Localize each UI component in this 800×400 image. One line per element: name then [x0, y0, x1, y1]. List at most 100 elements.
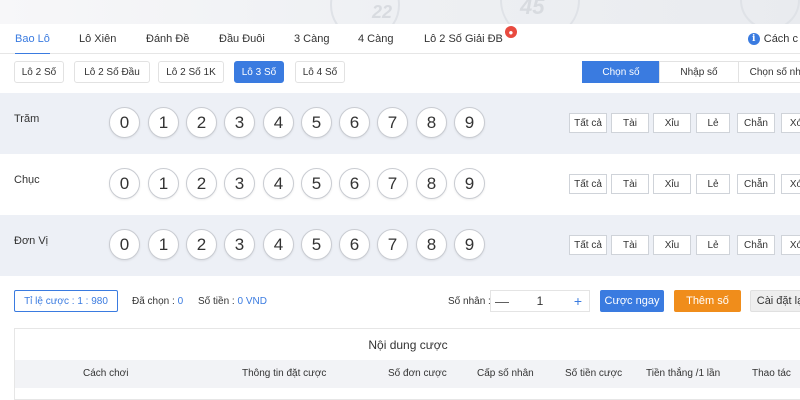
col-cach-choi: Cách chơi	[83, 368, 129, 379]
selected-count: Đã chọn : 0	[132, 296, 184, 307]
subtab-lo-2-so-1k[interactable]: Lô 2 Số 1K	[158, 61, 224, 83]
digit-ball[interactable]: 2	[186, 107, 217, 138]
digit-row-label: Chục	[14, 174, 40, 186]
filter-button[interactable]: Lẻ	[696, 113, 730, 133]
filter-button[interactable]: Xó	[781, 235, 800, 255]
tab-4-cang[interactable]: 4 Càng	[358, 24, 393, 54]
digit-ball[interactable]: 2	[186, 229, 217, 260]
col-so-don: Số đơn cược	[388, 368, 447, 379]
filter-button[interactable]: Tất cả	[569, 174, 607, 194]
filter-button[interactable]: Tài	[611, 174, 649, 194]
filter-button[interactable]: Xỉu	[653, 113, 691, 133]
digit-row-label: Đơn Vị	[14, 235, 49, 247]
plus-icon[interactable]: +	[567, 291, 589, 311]
bet-amount: Số tiền : 0 VND	[198, 296, 267, 307]
filter-button[interactable]: Lẻ	[696, 235, 730, 255]
digit-ball[interactable]: 0	[109, 107, 140, 138]
digit-ball[interactable]: 4	[263, 168, 294, 199]
digit-ball[interactable]: 0	[109, 229, 140, 260]
subtab-lo-2-so[interactable]: Lô 2 Số	[14, 61, 64, 83]
tab-bao-lo[interactable]: Bao Lô	[15, 24, 50, 55]
input-mode-group: Chọn số Nhập số Chọn số nha	[582, 61, 800, 83]
tab-danh-de[interactable]: Đánh Đề	[146, 24, 189, 54]
info-icon: i	[747, 33, 760, 45]
decor-number: 22	[372, 2, 393, 22]
filter-button[interactable]: Chẵn	[737, 174, 775, 194]
digit-row-label: Trăm	[14, 113, 40, 125]
digit-ball[interactable]: 6	[339, 168, 370, 199]
digit-ball[interactable]: 9	[454, 229, 485, 260]
filter-button[interactable]: Lẻ	[696, 174, 730, 194]
digit-ball[interactable]: 3	[224, 168, 255, 199]
digit-ball[interactable]: 0	[109, 168, 140, 199]
digit-row: Đơn Vị 0 1 2 3 4 5 6 7 8 9 Tất cả Tài Xỉu Lẻ Chẵn Xó	[0, 215, 800, 276]
tab-dau-duoi[interactable]: Đầu Đuôi	[219, 24, 265, 54]
digit-row: Trăm 0 1 2 3 4 5 6 7 8 9 Tất cả Tài Xỉu Lẻ Chẵn Xó	[0, 93, 800, 154]
filter-button[interactable]: Tài	[611, 113, 649, 133]
table-header: Cách chơi Thông tin đặt cược Số đơn cược…	[15, 360, 800, 388]
decor-ball	[740, 0, 800, 24]
filter-button[interactable]: Xó	[781, 174, 800, 194]
col-cap-so-nhan: Cấp số nhân	[477, 368, 534, 379]
digit-ball[interactable]: 3	[224, 229, 255, 260]
filter-button[interactable]: Tài	[611, 235, 649, 255]
digit-ball[interactable]: 3	[224, 107, 255, 138]
minus-icon[interactable]: —	[491, 291, 513, 311]
filter-button[interactable]: Chẵn	[737, 113, 775, 133]
bet-content-table: Nội dung cược Cách chơi Thông tin đặt cư…	[14, 328, 800, 400]
subtab-lo-2-so-dau[interactable]: Lô 2 Số Đầu	[74, 61, 150, 83]
mode-nhap-so[interactable]: Nhập số	[659, 61, 739, 83]
col-thao-tac: Thao tác	[752, 368, 791, 379]
filter-button[interactable]: Xó	[781, 113, 800, 133]
digit-ball[interactable]: 5	[301, 229, 332, 260]
digit-ball[interactable]: 4	[263, 107, 294, 138]
filter-button[interactable]: Xỉu	[653, 174, 691, 194]
decor-number: 45	[520, 0, 545, 19]
digit-ball[interactable]: 2	[186, 168, 217, 199]
digit-ball[interactable]: 1	[148, 168, 179, 199]
digit-ball[interactable]: 1	[148, 229, 179, 260]
digit-ball[interactable]: 8	[416, 229, 447, 260]
digit-ball[interactable]: 9	[454, 168, 485, 199]
multiplier-stepper: — 1 +	[490, 290, 590, 312]
digit-ball[interactable]: 9	[454, 107, 485, 138]
subtab-lo-4-so[interactable]: Lô 4 Số	[295, 61, 345, 83]
tab-3-cang[interactable]: 3 Càng	[294, 24, 329, 54]
digit-ball[interactable]: 7	[377, 229, 408, 260]
col-tien-thang: Tiền thắng /1 lần	[646, 368, 721, 379]
tab-lo-xien[interactable]: Lô Xiên	[79, 24, 116, 54]
bet-bar: Tỉ lệ cược : 1 : 980 Đã chọn : 0 Số tiền…	[0, 278, 800, 328]
bet-now-button[interactable]: Cược ngay	[600, 290, 664, 312]
mode-chon-so-nhanh[interactable]: Chọn số nha	[738, 61, 800, 83]
digit-ball[interactable]: 6	[339, 229, 370, 260]
digit-ball[interactable]: 8	[416, 168, 447, 199]
how-to-play-link[interactable]: i Cách c	[747, 24, 800, 54]
mode-chon-so[interactable]: Chọn số	[582, 61, 660, 83]
hot-badge-icon: ●	[504, 26, 517, 38]
digit-ball[interactable]: 7	[377, 107, 408, 138]
odds-ratio: Tỉ lệ cược : 1 : 980	[14, 290, 118, 312]
digit-ball[interactable]: 5	[301, 168, 332, 199]
digit-ball[interactable]: 4	[263, 229, 294, 260]
table-title: Nội dung cược	[368, 337, 448, 352]
game-tabs: Bao Lô Lô Xiên Đánh Đề Đầu Đuôi 3 Càng 4…	[0, 24, 800, 55]
filter-button[interactable]: Xỉu	[653, 235, 691, 255]
filter-button[interactable]: Tất cả	[569, 113, 607, 133]
col-thong-tin: Thông tin đặt cược	[242, 368, 327, 379]
tab-lo-2-so-giai-db[interactable]: Lô 2 Số Giải ĐB ●	[424, 24, 517, 54]
filter-button[interactable]: Tất cả	[569, 235, 607, 255]
digit-row: Chục 0 1 2 3 4 5 6 7 8 9 Tất cả Tài Xỉu Lẻ Chẵn Xó	[0, 154, 800, 215]
digit-ball[interactable]: 1	[148, 107, 179, 138]
digit-ball[interactable]: 7	[377, 168, 408, 199]
multiplier-input[interactable]: 1	[513, 294, 567, 308]
sub-tabs-row: Lô 2 Số Lô 2 Số Đầu Lô 2 Số 1K Lô 3 Số L…	[0, 54, 800, 92]
digit-ball[interactable]: 6	[339, 107, 370, 138]
digit-ball[interactable]: 8	[416, 107, 447, 138]
filter-button[interactable]: Chẵn	[737, 235, 775, 255]
reset-button[interactable]: Cài đặt lạ	[750, 290, 800, 312]
col-so-tien: Số tiền cược	[565, 368, 623, 379]
multiplier-label: Số nhân :	[448, 296, 491, 307]
subtab-lo-3-so[interactable]: Lô 3 Số	[234, 61, 284, 83]
add-number-button[interactable]: Thêm số	[674, 290, 741, 312]
digit-ball[interactable]: 5	[301, 107, 332, 138]
